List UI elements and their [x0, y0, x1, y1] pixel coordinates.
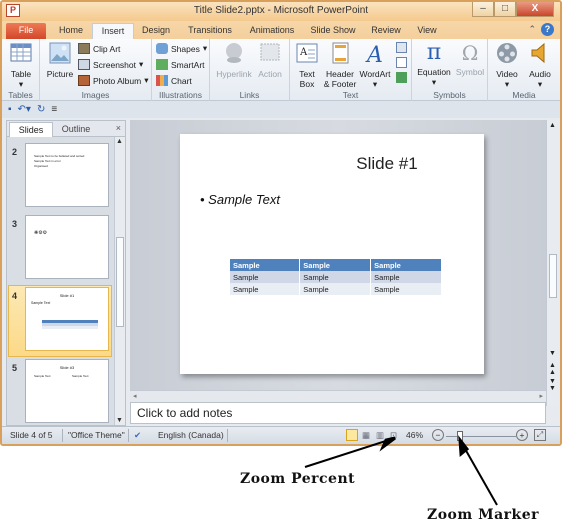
annotation-arrows — [304, 435, 498, 506]
annotation-zoom-marker: Zoom Marker — [427, 507, 540, 523]
arrow-zoom-percent — [304, 437, 396, 468]
arrow-head — [379, 436, 396, 452]
annotation-zoom-percent: Zoom Percent — [240, 471, 356, 487]
